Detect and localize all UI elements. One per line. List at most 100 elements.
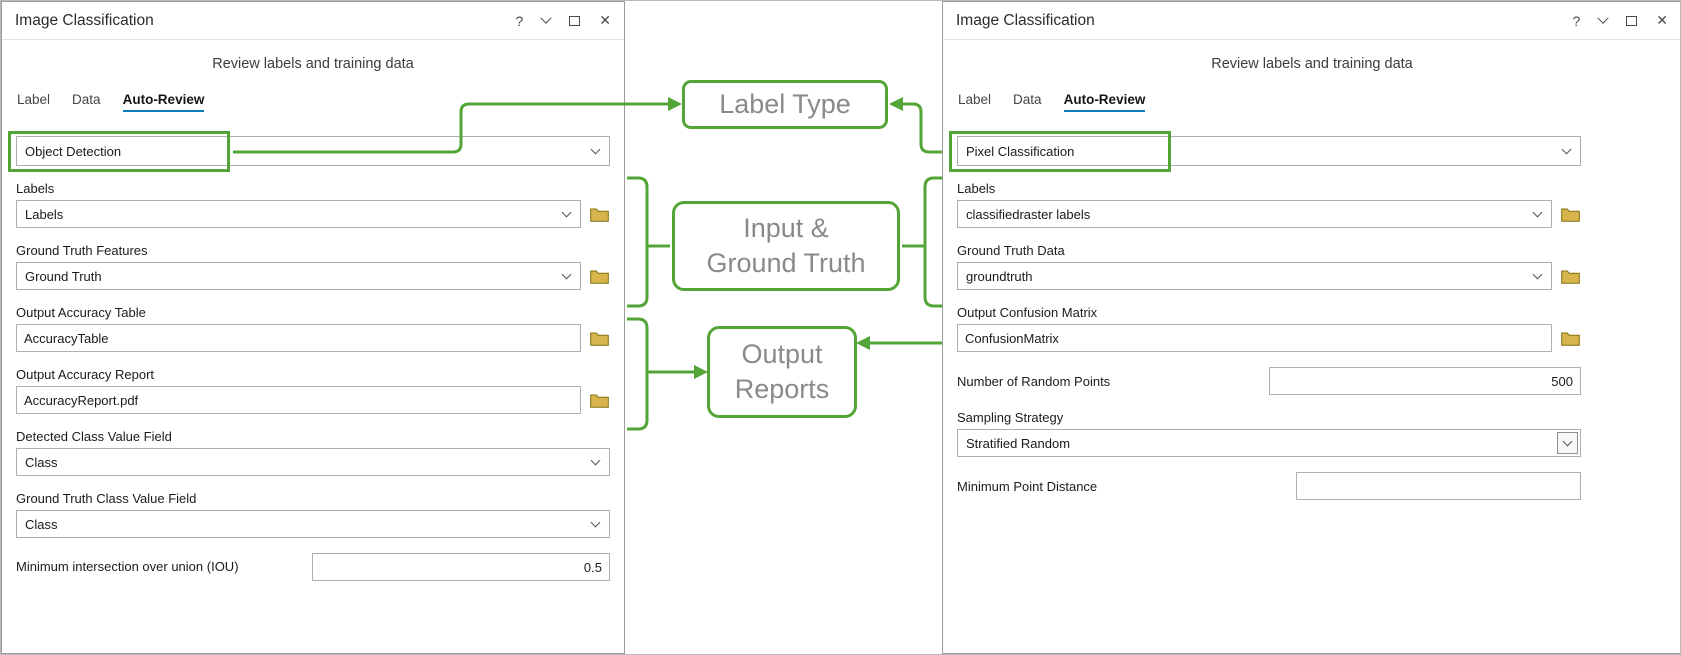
labels-combobox[interactable]: Labels — [16, 200, 581, 228]
output-left-bracket — [627, 317, 649, 431]
labels-combobox[interactable]: classifiedraster labels — [957, 200, 1552, 228]
output-accuracy-report-input[interactable] — [16, 386, 581, 414]
folder-icon — [590, 394, 609, 408]
chevron-down-icon — [1532, 269, 1543, 280]
window-controls: ? ✕ — [1572, 12, 1668, 29]
number-of-random-points-field: Number of Random Points — [957, 367, 1581, 395]
tab-auto-review[interactable]: Auto-Review — [122, 92, 205, 112]
folder-icon — [590, 270, 609, 284]
pane-title: Image Classification — [956, 11, 1095, 29]
combo-value: Class — [25, 454, 58, 470]
ground-truth-class-combobox[interactable]: Class — [16, 510, 610, 538]
field-row — [16, 386, 610, 414]
image-classification-pane-left: Image Classification ? ✕ Review labels a… — [1, 1, 625, 654]
chevron-down-icon[interactable] — [1597, 12, 1609, 25]
labels-field: Labels Labels — [16, 181, 610, 228]
minimum-point-distance-field: Minimum Point Distance — [957, 472, 1581, 500]
detected-class-value-field: Detected Class Value Field Class — [16, 429, 610, 476]
ground-truth-data-field: Ground Truth Data groundtruth — [957, 243, 1581, 290]
pane-title: Image Classification — [15, 11, 154, 29]
annotation-text-line2: Ground Truth — [706, 248, 866, 278]
field-row: Ground Truth — [16, 262, 610, 290]
browse-folder-button[interactable] — [589, 269, 610, 284]
folder-icon — [1561, 270, 1580, 284]
combo-value: classifiedraster labels — [966, 206, 1091, 222]
arrowhead-left-icon — [856, 336, 870, 350]
combo-value: Labels — [25, 206, 64, 222]
label-type-combobox[interactable]: Pixel Classification — [957, 136, 1581, 166]
field-label: Output Accuracy Table — [16, 305, 146, 320]
browse-folder-button[interactable] — [1560, 207, 1581, 222]
arrowhead-left-icon — [889, 97, 903, 111]
output-accuracy-table-field: Output Accuracy Table — [16, 305, 610, 352]
annotation-text-line2: Reports — [734, 374, 830, 404]
maximize-icon[interactable] — [569, 15, 581, 26]
field-row — [16, 324, 610, 352]
maximize-shape — [569, 15, 581, 26]
chevron-down-icon — [1562, 436, 1573, 447]
chevron-down-icon — [1561, 144, 1572, 155]
help-icon[interactable]: ? — [1572, 13, 1580, 29]
output-accuracy-table-input[interactable] — [16, 324, 581, 352]
random-points-input[interactable] — [1269, 367, 1581, 395]
sampling-strategy-field: Sampling Strategy Stratified Random — [957, 410, 1581, 457]
sampling-strategy-combobox[interactable]: Stratified Random — [957, 429, 1581, 457]
browse-folder-button[interactable] — [589, 207, 610, 222]
folder-icon — [590, 208, 609, 222]
field-label: Output Accuracy Report — [16, 367, 155, 382]
detected-class-combobox[interactable]: Class — [16, 448, 610, 476]
help-icon[interactable]: ? — [515, 13, 523, 29]
tab-data[interactable]: Data — [1013, 92, 1042, 112]
output-accuracy-report-field: Output Accuracy Report — [16, 367, 610, 414]
ground-truth-combobox[interactable]: Ground Truth — [16, 262, 581, 290]
chevron-shape — [540, 12, 552, 24]
tab-data[interactable]: Data — [72, 92, 101, 112]
chevron-down-button[interactable] — [1557, 432, 1578, 454]
folder-icon — [1561, 208, 1580, 222]
close-icon[interactable]: ✕ — [1656, 12, 1668, 29]
tab-label[interactable]: Label — [17, 92, 50, 112]
minimum-point-distance-input[interactable] — [1296, 472, 1581, 500]
maximize-icon[interactable] — [1626, 15, 1638, 26]
maximize-shape — [1626, 15, 1638, 26]
field-label: Ground Truth Class Value Field — [16, 491, 197, 506]
browse-folder-button[interactable] — [1560, 269, 1581, 284]
field-label: Detected Class Value Field — [16, 429, 172, 444]
title-bar: Image Classification ? ✕ — [2, 2, 624, 40]
folder-icon — [1561, 332, 1580, 346]
field-row: classifiedraster labels — [957, 200, 1581, 228]
combo-value: groundtruth — [966, 268, 1033, 284]
browse-folder-button[interactable] — [589, 331, 610, 346]
chevron-down-icon — [590, 144, 601, 155]
tab-label[interactable]: Label — [958, 92, 991, 112]
field-label: Ground Truth Features — [16, 243, 148, 258]
browse-folder-button[interactable] — [1560, 331, 1581, 346]
field-label: Minimum Point Distance — [957, 478, 1098, 494]
chevron-down-icon — [590, 455, 601, 466]
label-type-combobox[interactable]: Object Detection — [16, 136, 610, 166]
pane-body: Pixel Classification Labels classifiedra… — [943, 136, 1680, 500]
field-label: Labels — [16, 181, 55, 196]
output-confusion-matrix-input[interactable] — [957, 324, 1552, 352]
ground-truth-features-field: Ground Truth Features Ground Truth — [16, 243, 610, 290]
annotation-text: Label Type — [719, 89, 851, 120]
input-gt-right-bracket — [923, 176, 942, 308]
labels-field: Labels classifiedraster labels — [957, 181, 1581, 228]
output-confusion-matrix-field: Output Confusion Matrix — [957, 305, 1581, 352]
field-label: Output Confusion Matrix — [957, 305, 1098, 320]
chevron-down-icon — [1532, 207, 1543, 218]
chevron-down-icon — [561, 207, 572, 218]
chevron-down-icon — [561, 269, 572, 280]
annotation-input-ground-truth: Input & Ground Truth — [672, 201, 900, 291]
tab-auto-review[interactable]: Auto-Review — [1063, 92, 1146, 112]
field-label: Minimum intersection over union (IOU) — [16, 559, 239, 575]
annotation-label-type: Label Type — [682, 80, 888, 129]
ground-truth-combobox[interactable]: groundtruth — [957, 262, 1552, 290]
arrowhead-right-icon — [694, 365, 708, 379]
chevron-down-icon[interactable] — [540, 12, 552, 25]
close-icon[interactable]: ✕ — [599, 12, 611, 29]
iou-input[interactable] — [312, 553, 610, 581]
title-bar: Image Classification ? ✕ — [943, 2, 1680, 40]
field-row: groundtruth — [957, 262, 1581, 290]
browse-folder-button[interactable] — [589, 393, 610, 408]
